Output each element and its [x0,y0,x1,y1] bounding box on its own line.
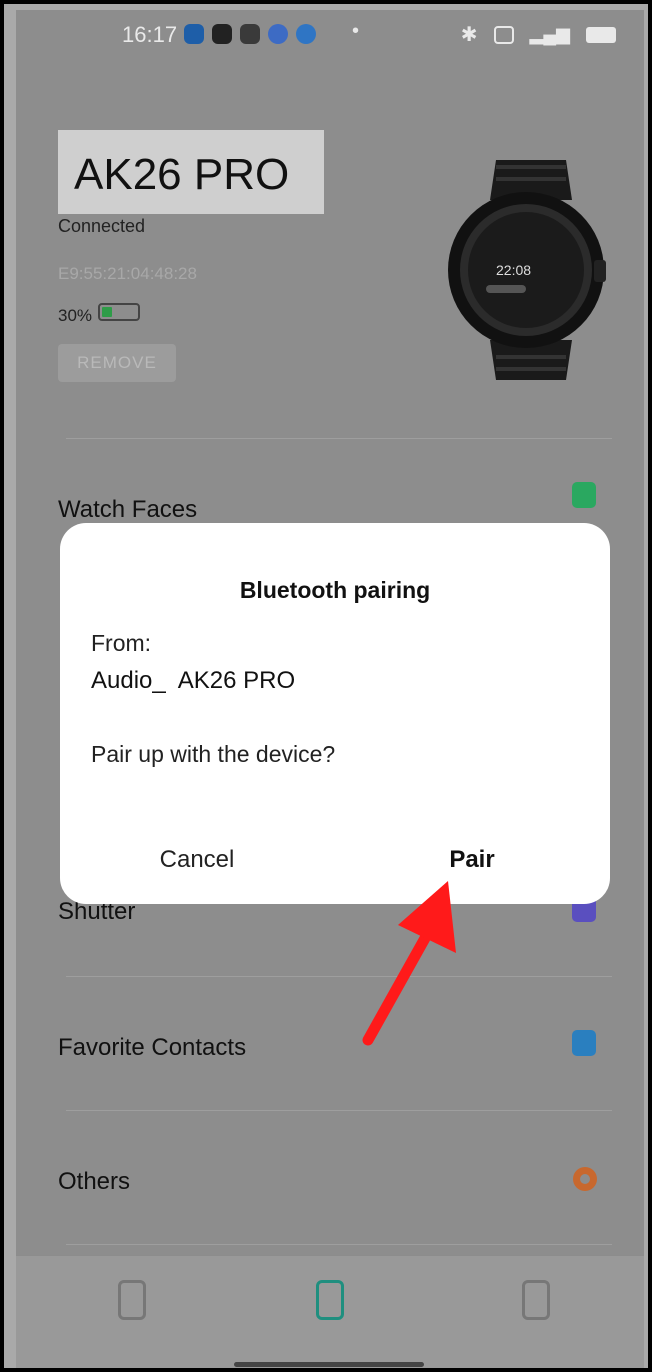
device-battery-icon [98,303,140,321]
watch-faces-icon [572,482,596,508]
cancel-button[interactable]: Cancel [152,846,242,874]
annotation-arrow [362,881,456,1046]
pair-button[interactable]: Pair [442,846,502,874]
device-mac: E9:55:21:04:48:28 [58,264,197,283]
battery-percent: 30% [58,306,93,325]
connection-status: Connected [58,216,146,236]
bluetooth-pairing-dialog: Bluetooth pairing From: Audio_ AK26 PRO … [60,523,610,904]
watch-tab-icon[interactable] [316,1280,344,1320]
phone-screen: 16:17 • ✱ ▂▄▆ AK26 PRO Connected E9:55:2… [16,10,644,1368]
notification-app-icon [212,24,232,44]
dialog-device-name: Audio_ AK26 PRO [91,667,296,694]
menu-item-watch-faces[interactable]: Watch Faces [58,496,197,524]
bluetooth-icon: ✱ [460,24,478,46]
remove-button[interactable]: REMOVE [58,344,176,382]
contacts-icon [572,1030,596,1056]
smartwatch-image: 22:08 [448,160,606,380]
notification-app-icon [268,24,288,44]
menu-item-others[interactable]: Others [58,1168,130,1196]
notification-app-icon [296,24,316,44]
profile-tab-icon[interactable] [522,1280,550,1320]
status-bar: 16:17 • ✱ ▂▄▆ [16,10,644,70]
notification-app-icon [184,24,204,44]
dialog-question: Pair up with the device? [91,741,336,767]
battery-fill [102,307,112,317]
screenshot-frame: 16:17 • ✱ ▂▄▆ AK26 PRO Connected E9:55:2… [0,0,652,1372]
divider [66,1244,612,1245]
divider [66,976,612,977]
status-right: ✱ ▂▄▆ [461,22,616,47]
signal-icon: ▂▄▆ [529,24,570,44]
divider [66,438,612,439]
divider [66,1110,612,1111]
device-name: AK26 PRO [74,150,290,199]
status-dot: • [352,20,360,42]
status-time: 16:17 [122,22,178,47]
home-indicator [234,1362,424,1367]
notification-app-icon [240,24,260,44]
dialog-from-label: From: [91,630,152,656]
hd-icon [493,25,514,44]
menu-item-favorite-contacts[interactable]: Favorite Contacts [58,1034,246,1062]
battery-status-icon [586,26,616,43]
gear-icon [573,1167,597,1191]
device-tab-icon[interactable] [118,1280,146,1320]
dialog-title: Bluetooth pairing [239,577,431,603]
watch-time: 22:08 [496,262,531,278]
